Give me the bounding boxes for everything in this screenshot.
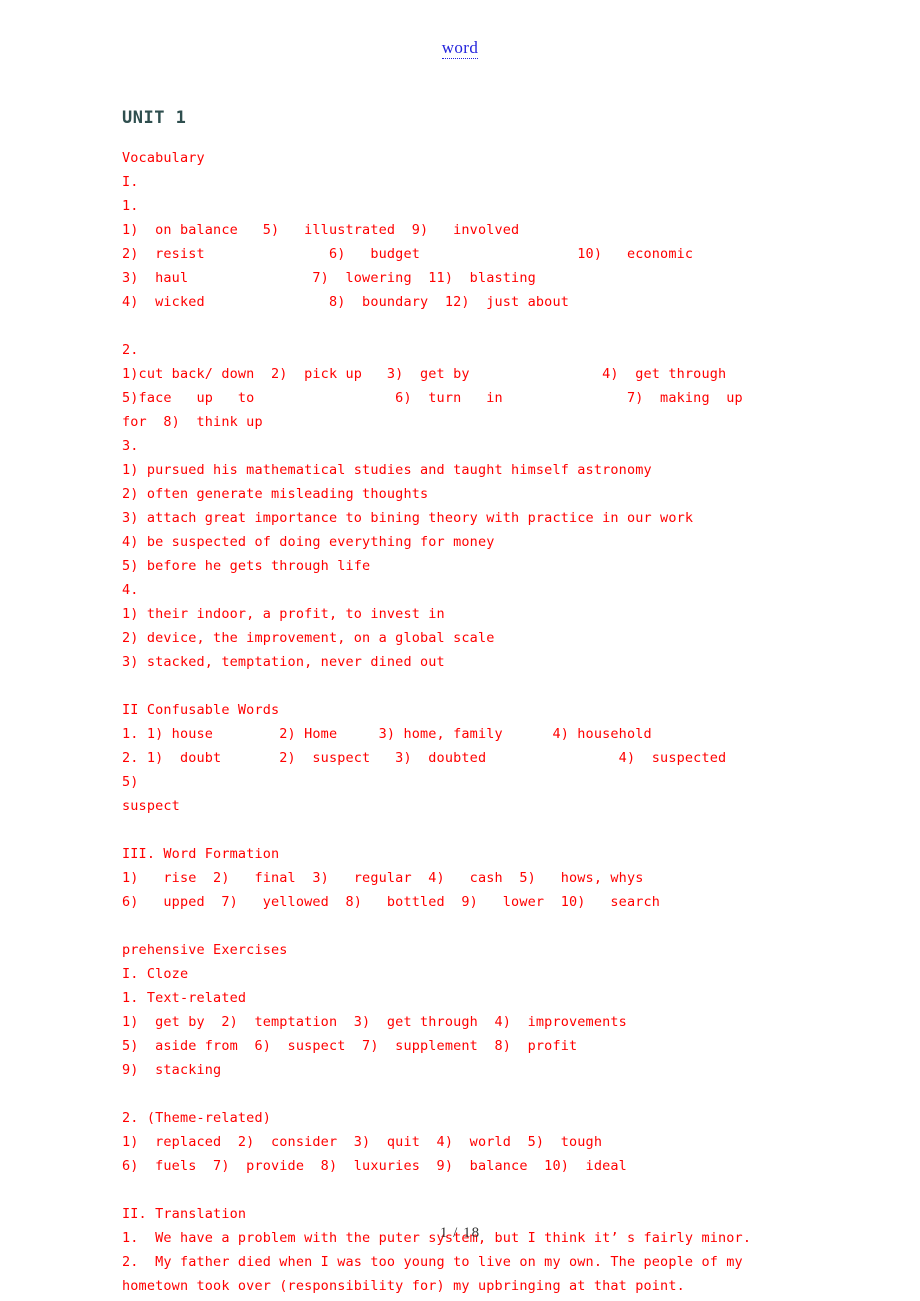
text-line: 1) their indoor, a profit, to invest in <box>122 606 445 622</box>
text-line: 5) before he gets through life <box>122 558 371 574</box>
text-line: 4) be suspected of doing everything for … <box>122 534 495 550</box>
text-line: 2) resist 6) budget 10) economic <box>122 246 694 262</box>
text-line: 5)face up to 6) turn in 7) making up <box>122 390 743 406</box>
text-line: 6) fuels 7) provide 8) luxuries 9) balan… <box>122 1158 627 1174</box>
text-line: 2. My father died when I was too young t… <box>122 1254 743 1270</box>
page-footer: 1 / 18 <box>0 1222 920 1242</box>
text-line: 2) often generate misleading thoughts <box>122 486 429 502</box>
unit-heading: UNIT 1 <box>122 108 187 128</box>
text-line: 2. <box>122 342 139 358</box>
text-line: 3) stacked, temptation, never dined out <box>122 654 445 670</box>
page-number-indicator: 1 / 18 <box>439 1225 481 1241</box>
text-line: 1) get by 2) temptation 3) get through 4… <box>122 1014 627 1030</box>
text-line: 1. 1) house 2) Home 3) home, family 4) h… <box>122 726 652 742</box>
text-line: I. Cloze <box>122 966 189 982</box>
text-line: prehensive Exercises <box>122 942 288 958</box>
text-line: 4) wicked 8) boundary 12) just about <box>122 294 569 310</box>
text-line: III. Word Formation <box>122 846 280 862</box>
word-document-link[interactable]: word <box>441 38 479 59</box>
text-line: II Confusable Words <box>122 702 280 718</box>
text-line: 1. <box>122 198 139 214</box>
text-line: 3) haul 7) lowering 11) blasting <box>122 270 536 286</box>
text-line: 2. 1) doubt 2) suspect 3) doubted 4) sus… <box>122 750 793 790</box>
text-line: 3. <box>122 438 139 454</box>
text-line: Vocabulary <box>122 150 205 166</box>
text-line: 1. Text-related <box>122 990 247 1006</box>
text-line: 6) upped 7) yellowed 8) bottled 9) lower… <box>122 894 661 910</box>
text-line: 4. <box>122 582 139 598</box>
text-line: hometown took over (responsibility for) … <box>122 1278 685 1294</box>
text-line: 1)cut back/ down 2) pick up 3) get by 4)… <box>122 366 727 382</box>
text-line: suspect <box>122 798 180 814</box>
answer-key-lines: Vocabulary I. 1. 1) on balance 5) illustrat… <box>122 146 794 1298</box>
document-content: UNIT 1 Vocabulary I. 1. 1) on balance 5) il… <box>122 108 794 1298</box>
text-line: 1) pursued his mathematical studies and … <box>122 462 652 478</box>
text-line: 1) rise 2) final 3) regular 4) cash 5) h… <box>122 870 644 886</box>
text-line: 2. (Theme-related) <box>122 1110 271 1126</box>
page-header: word <box>0 38 920 59</box>
text-line: I. <box>122 174 139 190</box>
document-page: word UNIT 1 Vocabulary I. 1. 1) on balance … <box>0 0 920 1301</box>
text-line: 1) on balance 5) illustrated 9) involved <box>122 222 520 238</box>
text-line: 3) attach great importance to bining the… <box>122 510 694 526</box>
text-line: 1) replaced 2) consider 3) quit 4) world… <box>122 1134 603 1150</box>
text-line: 9) stacking <box>122 1062 222 1078</box>
text-line: 5) aside from 6) suspect 7) supplement 8… <box>122 1038 578 1054</box>
text-line: for 8) think up <box>122 414 263 430</box>
text-line: 2) device, the improvement, on a global … <box>122 630 495 646</box>
